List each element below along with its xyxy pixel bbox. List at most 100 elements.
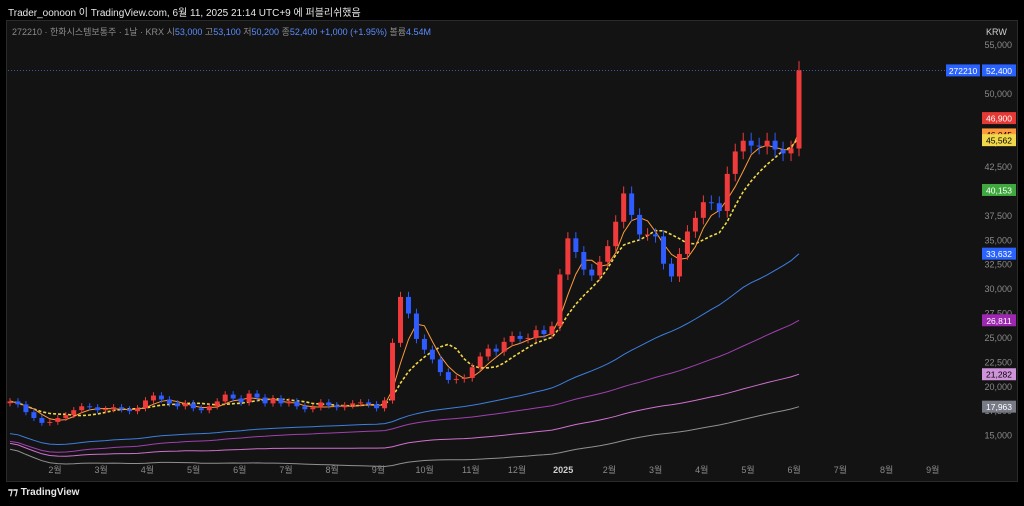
candle-body — [39, 418, 45, 423]
candle-body — [517, 335, 523, 339]
ma-pink-line — [9, 373, 800, 457]
candle-body — [87, 406, 93, 408]
y-axis-ticks: 15,00017,50020,00022,50025,00027,50030,0… — [984, 40, 1012, 441]
x-tick-label: 2월 — [603, 464, 616, 475]
price-tag-text: 52,400 — [986, 66, 1012, 76]
candle-body — [589, 269, 595, 276]
x-tick-label: 5월 — [741, 464, 754, 475]
candle-body — [206, 406, 212, 411]
candle-body — [764, 140, 770, 147]
price-chart[interactable]: 15,00017,50020,00022,50025,00027,50030,0… — [0, 0, 1024, 506]
price-tag-text: 46,900 — [986, 114, 1012, 124]
candle-body — [254, 393, 260, 398]
y-tick-label: 30,000 — [984, 284, 1012, 294]
candle-body — [461, 377, 467, 379]
tradingview-logo-icon: ⁊⁊ — [8, 487, 18, 498]
x-tick-label: 10월 — [415, 464, 433, 475]
candle-body — [557, 274, 563, 327]
candle-body — [238, 398, 244, 403]
candle-body — [278, 398, 284, 404]
candle-body — [605, 246, 611, 262]
candle-body — [382, 400, 388, 409]
candle-body — [716, 203, 722, 211]
x-tick-label: 6월 — [788, 464, 801, 475]
candle-body — [700, 202, 706, 218]
tradingview-logo[interactable]: ⁊⁊ TradingView — [8, 487, 79, 498]
x-tick-label: 2월 — [48, 464, 61, 475]
candle-body — [286, 401, 292, 404]
candle-body — [724, 173, 730, 211]
x-tick-label: 3월 — [649, 464, 662, 475]
candle-body — [756, 145, 762, 147]
price-tag-text: 17,963 — [986, 402, 1012, 412]
candle-body — [509, 335, 515, 342]
candle-body — [198, 408, 204, 411]
candle-body — [525, 337, 531, 339]
x-tick-label: 3월 — [95, 464, 108, 475]
x-tick-label: 6월 — [233, 464, 246, 475]
candle-body — [262, 397, 268, 404]
candle-body — [358, 402, 364, 404]
y-tick-label: 20,000 — [984, 382, 1012, 392]
candle-body — [214, 401, 220, 407]
candle-body — [748, 140, 754, 146]
candle-body — [740, 140, 746, 152]
candle-body — [294, 401, 300, 407]
y-tick-label: 32,500 — [984, 260, 1012, 270]
candle-body — [692, 217, 698, 232]
candle-body — [637, 214, 643, 235]
candle-body — [15, 401, 21, 405]
ma-purple-line — [9, 319, 800, 453]
candle-body — [732, 151, 738, 174]
candle-body — [676, 253, 682, 277]
candle-body — [63, 415, 69, 419]
candle-body — [565, 238, 571, 275]
x-tick-label: 4월 — [141, 464, 154, 475]
candle-body — [230, 394, 236, 399]
x-tick-label: 2025 — [553, 465, 573, 475]
candle-body — [103, 409, 109, 411]
candle-body — [780, 149, 786, 154]
candle-body — [645, 234, 651, 236]
candle-body — [613, 221, 619, 247]
candle-body — [581, 252, 587, 270]
x-tick-label: 9월 — [926, 464, 939, 475]
candle-body — [501, 341, 507, 352]
candle-body — [366, 402, 372, 405]
candle-body — [469, 367, 475, 378]
candle-body — [788, 148, 794, 154]
candle-body — [334, 405, 340, 408]
x-tick-label: 9월 — [372, 464, 385, 475]
y-tick-label: 22,500 — [984, 357, 1012, 367]
candle-body — [398, 296, 404, 343]
candle-body — [485, 348, 491, 357]
candle-body — [142, 400, 148, 409]
candle-body — [47, 421, 53, 423]
candle-body — [127, 409, 133, 412]
candle-body — [374, 404, 380, 409]
candle-body — [350, 403, 356, 406]
candle-body — [7, 401, 13, 404]
candle-body — [302, 406, 308, 410]
x-tick-label: 11월 — [462, 464, 480, 475]
y-tick-label: 15,000 — [984, 431, 1012, 441]
candle-body — [549, 326, 555, 335]
candle-body — [135, 408, 141, 412]
symbol-tag-text: 272210 — [949, 66, 978, 76]
candle-body — [453, 378, 459, 380]
candle-body — [79, 406, 85, 411]
candle-body — [541, 330, 547, 335]
price-tag-text: 33,632 — [986, 249, 1012, 259]
footer-bar — [0, 482, 1024, 506]
x-tick-label: 4월 — [695, 464, 708, 475]
candle-body — [95, 407, 101, 411]
candle-body — [150, 395, 156, 401]
candle-body — [55, 418, 61, 422]
candle-body — [310, 407, 316, 410]
candle-body — [246, 393, 252, 403]
candle-body — [390, 342, 396, 401]
candle-body — [158, 395, 164, 400]
x-axis-ticks: 2월 3월 4월 5월 6월 7월 8월 9월 10월 11월 12월 2025 2월 3월 4월 5월 6월 7… — [48, 464, 939, 475]
candle-body — [405, 296, 411, 314]
candle-body — [477, 356, 483, 368]
